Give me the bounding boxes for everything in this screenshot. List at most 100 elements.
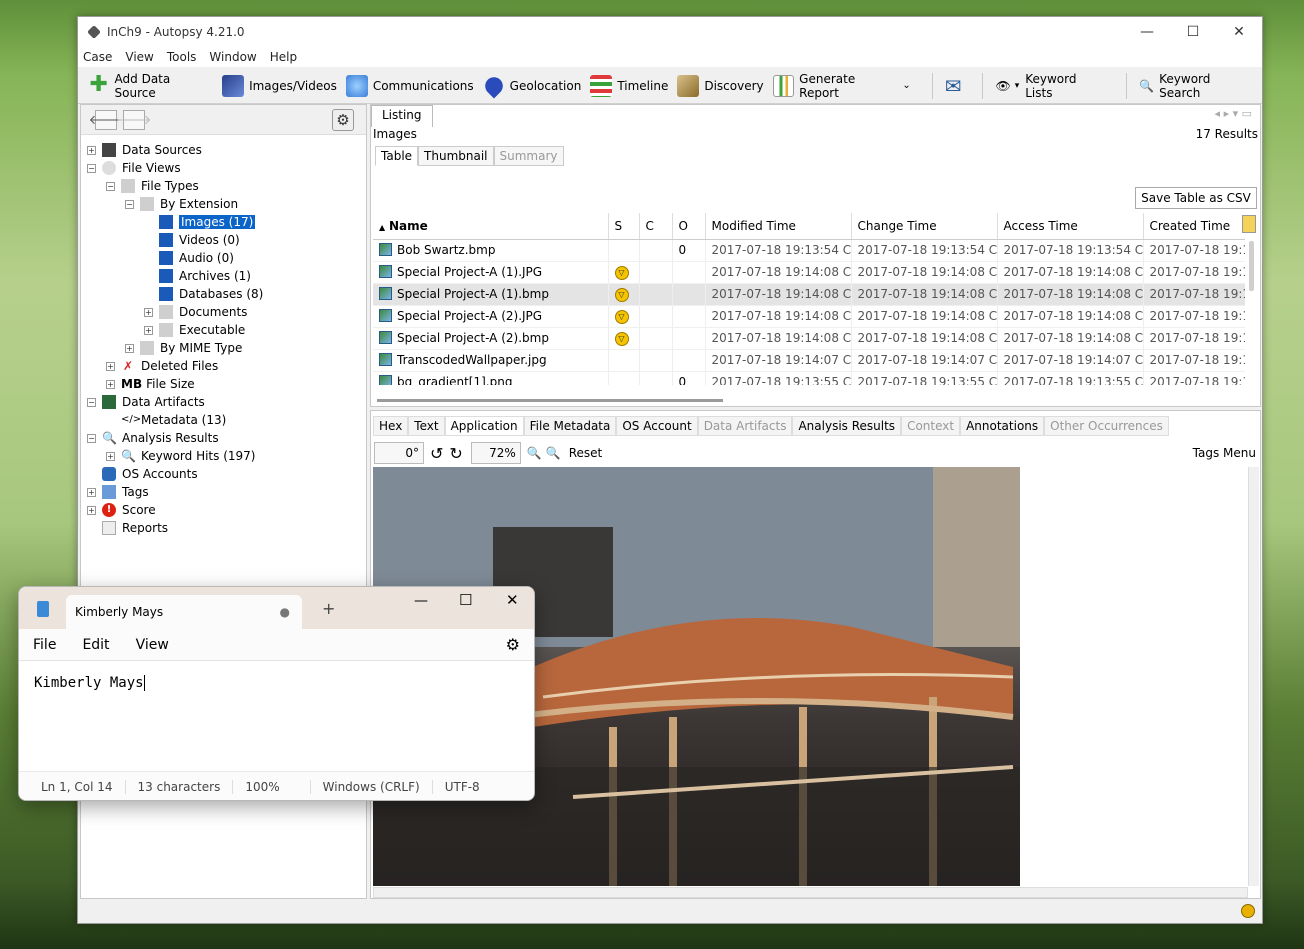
column-change-header[interactable]: Change Time xyxy=(851,213,998,240)
table-row[interactable]: bg_gradient[1].png 0 2017-07-18 19:13:55 C… xyxy=(373,371,1245,385)
discovery-button[interactable]: Discovery xyxy=(677,74,764,97)
tab-file-metadata[interactable]: File Metadata xyxy=(523,416,617,436)
tab-text[interactable]: Text xyxy=(408,416,445,436)
column-chooser-icon[interactable] xyxy=(1242,215,1256,233)
rotate-left-icon[interactable]: ↺ xyxy=(430,444,443,463)
menu-help[interactable]: Help xyxy=(270,50,297,64)
notepad-text-area[interactable]: Kimberly Mays xyxy=(19,661,534,771)
keyword-search-button[interactable]: 🔍 Keyword Search xyxy=(1139,72,1253,100)
menu-window[interactable]: Window xyxy=(209,50,256,64)
column-access-header[interactable]: Access Time xyxy=(997,213,1144,240)
zoom-field[interactable]: 72% xyxy=(470,442,521,464)
tree-item-executable[interactable]: + Executable xyxy=(144,321,245,339)
tree-item-file-views[interactable]: − File Views xyxy=(87,159,181,177)
tree-item-tags[interactable]: + Tags xyxy=(87,483,149,501)
table-row[interactable]: Special Project-A (1).bmp ▽ 2017-07-18 19:… xyxy=(373,283,1245,306)
column-o-header[interactable]: O xyxy=(672,213,706,240)
tree-item-file-size[interactable]: + MB File Size xyxy=(106,375,195,393)
tree-item-file-types[interactable]: − File Types xyxy=(106,177,199,195)
score-badge-icon: ▽ xyxy=(614,266,629,280)
zoom-in-icon[interactable]: 🔍 xyxy=(546,446,561,460)
generate-report-button[interactable]: Generate Report ⌄ xyxy=(772,72,911,100)
timeline-button[interactable]: Timeline xyxy=(590,74,668,97)
table-row[interactable]: Special Project-A (2).bmp ▽ 2017-07-18 19:… xyxy=(373,327,1245,350)
tree-item-data-sources[interactable]: + Data Sources xyxy=(87,141,202,159)
tree-item-audio[interactable]: Audio (0) xyxy=(159,249,234,267)
tree-item-metadata[interactable]: </> Metadata (13) xyxy=(121,411,226,429)
table-row[interactable]: Bob Swartz.bmp02017-07-18 19:13:54 CDT20… xyxy=(373,239,1245,262)
notepad-menu-view[interactable]: View xyxy=(136,637,169,653)
tree-item-documents[interactable]: + Documents xyxy=(144,303,247,321)
column-created-header[interactable]: Created Time xyxy=(1143,213,1245,240)
table-row[interactable]: Special Project-A (2).JPG ▽ 2017-07-18 19:… xyxy=(373,305,1245,328)
tab-analysis-results[interactable]: Analysis Results xyxy=(792,416,902,436)
forward-button[interactable]: 🡒 xyxy=(117,109,151,130)
add-data-source-button[interactable]: ✚ Add Data Source xyxy=(88,72,213,100)
column-s-header[interactable]: S xyxy=(608,213,640,240)
tab-annotations[interactable]: Annotations xyxy=(960,416,1045,436)
maximize-button[interactable]: ☐ xyxy=(1170,17,1216,47)
tree-item-databases[interactable]: Databases (8) xyxy=(159,285,263,303)
rotation-field[interactable]: 0° xyxy=(374,442,424,464)
tags-menu-button[interactable]: Tags Menu xyxy=(1193,446,1256,460)
back-button[interactable]: 🡐 xyxy=(89,109,123,130)
tree-item-keyword-hits[interactable]: + 🔍 Keyword Hits (197) xyxy=(106,447,255,465)
tab-hex[interactable]: Hex xyxy=(373,416,409,436)
tab-summary[interactable]: Summary xyxy=(493,146,564,166)
table-cell: 2017-07-18 19:14:08 CDT xyxy=(851,305,998,328)
tree-item-score[interactable]: +! Score xyxy=(87,501,156,519)
tree-item-reports[interactable]: Reports xyxy=(102,519,168,537)
column-c-header[interactable]: C xyxy=(639,213,673,240)
images-videos-button[interactable]: Images/Videos xyxy=(222,74,337,97)
table-horizontal-scrollbar[interactable] xyxy=(377,399,723,402)
save-table-csv-button[interactable]: Save Table as CSV xyxy=(1135,187,1257,209)
tree-item-images[interactable]: Images (17) xyxy=(159,213,256,231)
menu-tools[interactable]: Tools xyxy=(167,50,197,64)
communications-button[interactable]: Communications xyxy=(345,74,474,97)
viewer-vertical-scrollbar[interactable] xyxy=(1248,467,1259,886)
tree-item-analysis-results[interactable]: − 🔍 Analysis Results xyxy=(87,429,219,447)
minimize-button[interactable]: — xyxy=(1124,17,1170,47)
tree-item-by-mime-type[interactable]: + By MIME Type xyxy=(125,339,242,357)
tree-item-os-accounts[interactable]: OS Accounts xyxy=(102,465,198,483)
notepad-settings-icon[interactable]: ⚙ xyxy=(506,635,520,654)
tab-thumbnail[interactable]: Thumbnail xyxy=(418,146,494,166)
new-tab-button[interactable]: + xyxy=(322,599,335,618)
settings-button[interactable]: ⚙ xyxy=(332,109,354,131)
tab-data-artifacts[interactable]: Data Artifacts xyxy=(697,416,793,436)
reset-button[interactable]: Reset xyxy=(569,446,603,460)
tab-application[interactable]: Application xyxy=(444,416,524,436)
zoom-out-icon[interactable]: 🔍 xyxy=(527,446,542,460)
menu-case[interactable]: Case xyxy=(83,50,112,64)
tab-table[interactable]: Table xyxy=(375,146,419,166)
tab-other-occurrences[interactable]: Other Occurrences xyxy=(1044,416,1169,436)
notepad-maximize-button[interactable]: ☐ xyxy=(459,591,472,609)
notepad-menu-edit[interactable]: Edit xyxy=(82,637,109,653)
close-button[interactable]: ✕ xyxy=(1216,17,1262,47)
column-name-header[interactable]: ▲ Name xyxy=(373,213,609,240)
table-row[interactable]: TranscodedWallpaper.jpg 2017-07-18 19:14:… xyxy=(373,349,1245,372)
unsaved-dot-icon[interactable]: ● xyxy=(280,605,290,619)
table-row[interactable]: Special Project-A (1).JPG ▽ 2017-07-18 19:… xyxy=(373,261,1245,284)
column-modified-header[interactable]: Modified Time xyxy=(705,213,852,240)
tab-listing[interactable]: Listing xyxy=(371,105,433,127)
ingest-messages-button[interactable]: ✉ xyxy=(945,74,962,98)
notepad-menu-file[interactable]: File xyxy=(33,637,56,653)
tree-item-archives[interactable]: Archives (1) xyxy=(159,267,251,285)
notepad-minimize-button[interactable]: — xyxy=(414,593,428,609)
table-vertical-scrollbar[interactable] xyxy=(1249,241,1254,291)
notepad-tab[interactable]: Kimberly Mays ● xyxy=(66,595,302,629)
tab-context[interactable]: Context xyxy=(901,416,961,436)
viewer-horizontal-scrollbar[interactable] xyxy=(373,887,1248,898)
menu-view[interactable]: View xyxy=(125,50,153,64)
notepad-close-button[interactable]: ✕ xyxy=(506,591,519,609)
tree-item-deleted-files[interactable]: + ✗ Deleted Files xyxy=(106,357,218,375)
tree-item-data-artifacts[interactable]: − Data Artifacts xyxy=(87,393,205,411)
geolocation-button[interactable]: Geolocation xyxy=(481,73,581,98)
rotate-right-icon[interactable]: ↻ xyxy=(449,444,462,463)
notification-icon[interactable] xyxy=(1241,904,1255,918)
tree-item-by-extension[interactable]: − By Extension xyxy=(125,195,238,213)
keyword-lists-button[interactable]: 👁 ▾ Keyword Lists xyxy=(995,72,1105,100)
tab-os-account[interactable]: OS Account xyxy=(616,416,698,436)
tree-item-videos[interactable]: Videos (0) xyxy=(159,231,240,249)
